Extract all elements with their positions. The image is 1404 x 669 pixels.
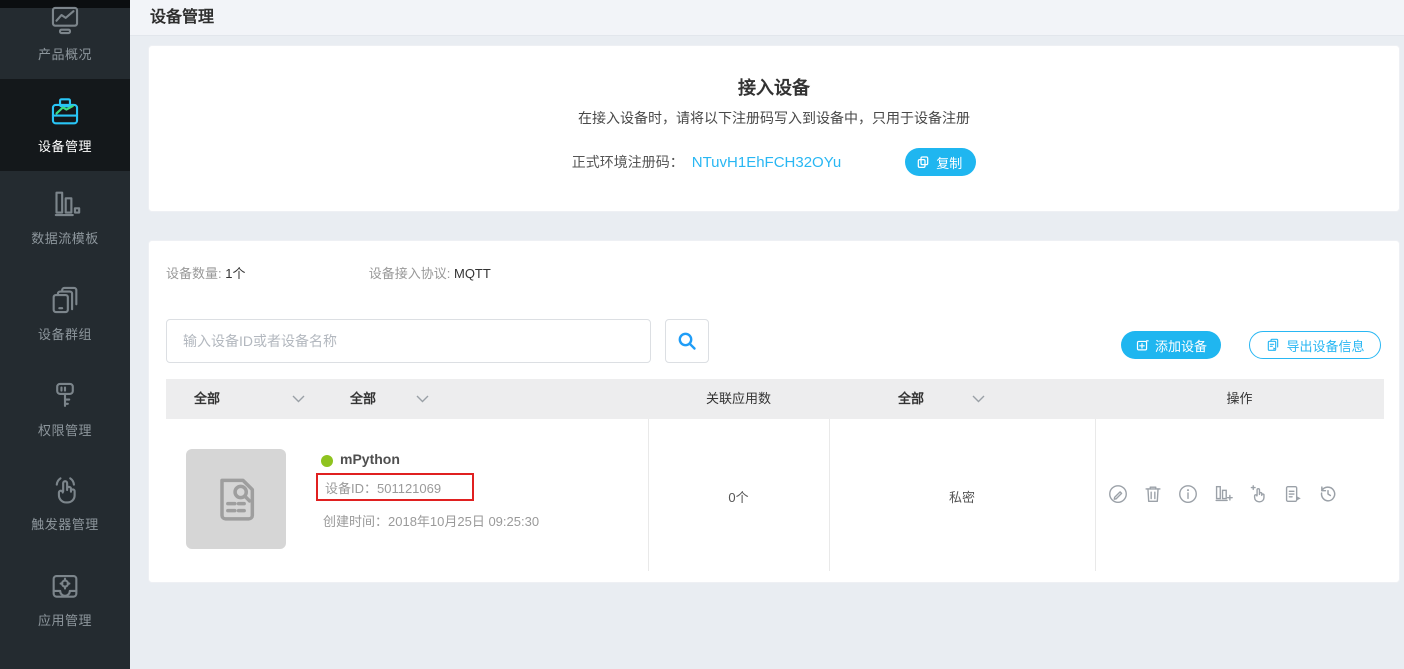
datastream-add-icon[interactable]: [1212, 483, 1234, 505]
filter-dropdown-3[interactable]: 全部: [898, 379, 985, 419]
column-divider: [1095, 419, 1096, 571]
key-icon: [56, 382, 74, 407]
protocol-label: 设备接入协议:: [368, 266, 451, 281]
device-count-value: 1个: [225, 266, 246, 281]
access-card-subtitle: 在接入设备时，请将以下注册码写入到设备中，只用于设备注册: [578, 110, 970, 126]
sidebar-item-application-management[interactable]: 应用管理: [0, 568, 130, 630]
sidebar: 产品概况 设备管理 数据流模板 设备群组 权限管理 触发器管理 应用管理: [0, 0, 130, 669]
sidebar-item-label: 应用管理: [37, 613, 92, 628]
column-header-apps: 关联应用数: [705, 391, 771, 406]
copy-button[interactable]: 复制: [905, 148, 977, 176]
app-box-icon: [52, 575, 78, 598]
registration-code-value: NTuvH1EhFCH32OYu: [691, 153, 842, 171]
search-button[interactable]: [665, 319, 709, 363]
export-devices-icon: [1268, 338, 1279, 351]
column-header-actions: 操作: [1226, 391, 1253, 406]
sidebar-item-label: 触发器管理: [31, 517, 99, 532]
device-apps-count: 0个: [728, 490, 749, 505]
sidebar-item-label: 数据流模板: [31, 231, 99, 246]
add-device-button[interactable]: 添加设备: [1121, 331, 1221, 359]
device-name[interactable]: mPython: [340, 451, 400, 467]
chevron-down-icon: [292, 395, 305, 403]
device-toolbox-icon: [51, 98, 79, 125]
table-header: 全部 全部 关联应用数 全部 操作: [166, 379, 1384, 419]
page-title: 设备管理: [150, 9, 215, 26]
device-id-annotation-box: 设备ID：501121069: [316, 473, 474, 501]
trigger-hand-icon: [55, 477, 76, 504]
history-icon[interactable]: [1317, 483, 1339, 505]
bar-chart-icon: [54, 191, 81, 217]
chevron-down-icon: [972, 395, 985, 403]
device-privacy: 私密: [948, 490, 975, 505]
device-created-time: 创建时间：2018年10月25日 09:25:30: [323, 514, 540, 529]
sidebar-item-label: 设备管理: [37, 139, 92, 154]
sidebar-item-device-groups[interactable]: 设备群组: [0, 282, 130, 344]
filter-3-value: 全部: [898, 391, 925, 406]
add-device-icon: [1136, 339, 1149, 350]
filter-2-value: 全部: [350, 391, 377, 406]
table-row: mPython 设备ID：501121069 创建时间：2018年10月25日 …: [166, 419, 1384, 571]
sidebar-item-label: 权限管理: [37, 423, 92, 438]
device-group-icon: [52, 286, 78, 314]
device-actions: [1107, 483, 1339, 505]
access-card-title: 接入设备: [738, 78, 810, 98]
search-icon: [678, 332, 696, 350]
delete-icon[interactable]: [1142, 483, 1164, 505]
sidebar-item-label: 产品概况: [37, 47, 92, 62]
info-icon[interactable]: [1177, 483, 1199, 505]
device-thumbnail: [186, 449, 286, 549]
protocol-value: MQTT: [453, 266, 491, 281]
filter-dropdown-2[interactable]: 全部: [350, 379, 429, 419]
sidebar-item-product-overview[interactable]: 产品概况: [0, 2, 130, 64]
search-input[interactable]: [166, 319, 651, 363]
device-list-card: 设备数量: 1个 设备接入协议: MQTT 添加设备 导出设备信息 全部: [148, 240, 1400, 583]
add-device-label: 添加设备: [1154, 338, 1207, 354]
device-count-label: 设备数量:: [166, 266, 222, 281]
device-stats: 设备数量: 1个 设备接入协议: MQTT: [166, 263, 491, 282]
monitor-chart-icon: [51, 6, 79, 35]
access-device-card: 接入设备 在接入设备时，请将以下注册码写入到设备中，只用于设备注册 正式环境注册…: [148, 45, 1400, 212]
device-id: 设备ID：501121069: [325, 480, 442, 496]
copy-button-label: 复制: [936, 155, 963, 171]
device-status-dot: [321, 455, 333, 467]
edit-icon[interactable]: [1107, 483, 1129, 505]
copy-icon: [917, 156, 929, 168]
sidebar-item-trigger-management[interactable]: 触发器管理: [0, 472, 130, 534]
filter-dropdown-1[interactable]: 全部: [194, 379, 305, 419]
trigger-add-icon[interactable]: [1247, 483, 1269, 505]
topbar: 设备管理: [130, 0, 1404, 36]
export-devices-label: 导出设备信息: [1286, 338, 1365, 354]
registration-code-line: 正式环境注册码： NTuvH1EhFCH32OYu 复制: [149, 148, 1399, 176]
export-devices-button[interactable]: 导出设备信息: [1249, 331, 1381, 359]
filter-1-value: 全部: [194, 391, 221, 406]
sidebar-item-label: 设备群组: [37, 327, 92, 342]
document-search-icon: [220, 478, 255, 521]
sidebar-item-permission-management[interactable]: 权限管理: [0, 378, 130, 440]
sidebar-item-device-management[interactable]: 设备管理: [0, 79, 130, 171]
chevron-down-icon: [416, 395, 429, 403]
registration-code-label: 正式环境注册码：: [571, 154, 684, 170]
export-data-icon[interactable]: [1282, 483, 1304, 505]
sidebar-item-datastream-template[interactable]: 数据流模板: [0, 186, 130, 248]
